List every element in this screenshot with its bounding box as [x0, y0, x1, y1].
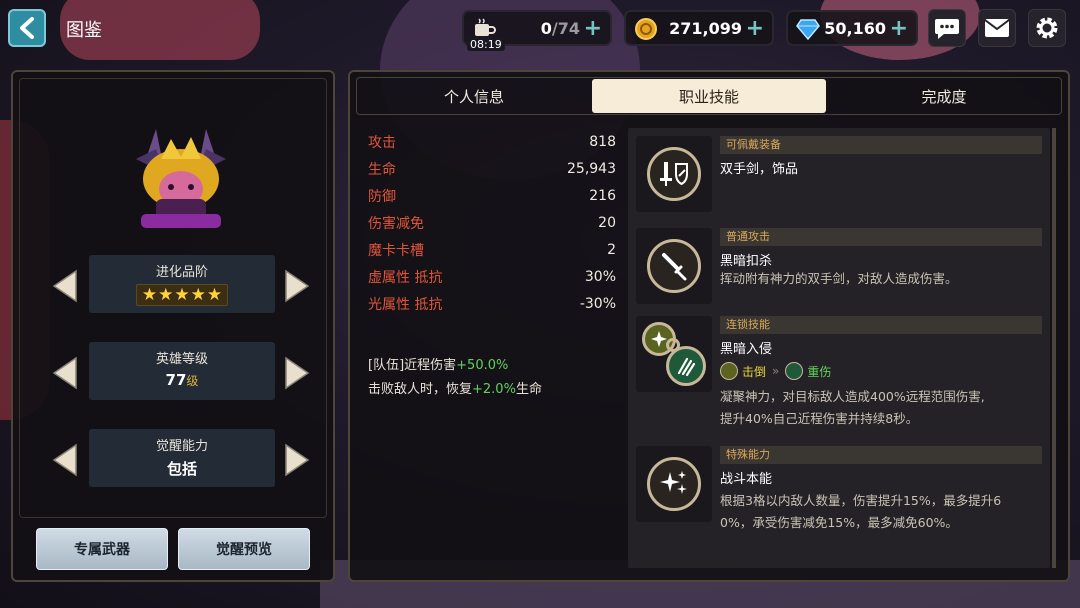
tab-personal-info[interactable]: 个人信息 — [357, 78, 591, 114]
tab-class-skills[interactable]: 职业技能 — [592, 79, 826, 113]
awaken-ability-label: 觉醒能力 — [155, 439, 208, 454]
sword-shield-icon — [647, 147, 701, 201]
skills-list: 可佩戴装备 双手剑，饰品 普通攻击 黑暗扣杀 挥动附有神力的双手剑，对敌人造成伤… — [628, 128, 1050, 568]
chat-bubble-icon — [935, 19, 959, 39]
star-icon: ★ — [206, 285, 223, 305]
wound-chain-icon — [666, 346, 706, 386]
skill-header: 连锁技能 — [720, 316, 1042, 334]
add-gold-button[interactable]: + — [746, 16, 764, 42]
skill-name: 双手剑，饰品 — [720, 162, 799, 177]
stat-row: 生命 25,943 — [368, 160, 616, 178]
star-icon: ★ — [158, 285, 174, 305]
envelope-icon — [984, 19, 1010, 37]
buff-line: 击败敌人时，恢复+2.0%生命 — [368, 382, 542, 397]
star-rating: ★ ★ ★ ★ ★ — [136, 284, 228, 306]
stamina-timer: 08:19 — [467, 38, 505, 51]
triangle-right-icon — [285, 269, 310, 303]
next-grade-arrow[interactable] — [284, 269, 310, 303]
stat-row: 攻击 818 — [368, 133, 616, 151]
gear-icon — [1036, 17, 1058, 39]
tab-bar: 个人信息 职业技能 完成度 — [356, 77, 1062, 115]
hero-panel: 进化品阶 ★ ★ ★ ★ ★ 英雄等级 77级 觉醒能力 包括 专属武器 觉醒预… — [11, 70, 335, 582]
skill-header: 普通攻击 — [720, 228, 1042, 246]
stat-row: 虚属性 抵抗 30% — [368, 268, 616, 286]
skill-description: 凝聚神力，对目标敌人造成400%远程范围伤害, 提升40%自己近程伤害并持续8秒… — [720, 389, 985, 426]
diamond-icon — [796, 17, 820, 41]
gem-value: 50,160 — [824, 19, 886, 38]
double-chevron-icon: » — [772, 364, 780, 378]
skill-header: 可佩戴装备 — [720, 136, 1042, 154]
awaken-ability-box: 觉醒能力 包括 — [89, 429, 275, 487]
prev-awaken-arrow[interactable] — [52, 443, 78, 477]
hero-info-frame: 进化品阶 ★ ★ ★ ★ ★ 英雄等级 77级 觉醒能力 包括 — [19, 78, 327, 518]
page-title: 图鉴 — [66, 20, 102, 41]
prev-level-arrow[interactable] — [52, 356, 78, 390]
detail-panel: 个人信息 职业技能 完成度 攻击 818 生命 25,943 防御 216 伤害减免 2… — [348, 70, 1070, 582]
hero-level-label: 英雄等级 — [155, 352, 208, 367]
skill-header: 特殊能力 — [720, 446, 1042, 464]
exclusive-weapon-button[interactable]: 专属武器 — [36, 528, 168, 570]
evolution-grade-box: 进化品阶 ★ ★ ★ ★ ★ — [89, 255, 275, 313]
gold-counter: 271,099 + — [624, 10, 774, 46]
stats-list: 攻击 818 生命 25,943 防御 216 伤害减免 20 魔卡卡槽 2 虚属性 抵抗… — [368, 128, 616, 317]
settings-button[interactable] — [1028, 9, 1066, 47]
hero-portrait — [116, 119, 246, 239]
back-button[interactable] — [8, 9, 46, 47]
buff-line: [队伍]近程伤害+50.0% — [368, 358, 509, 373]
add-gem-button[interactable]: + — [890, 16, 908, 42]
star-icon: ★ — [174, 285, 190, 305]
skill-name: 黑暗扣杀 — [720, 254, 773, 269]
buff-list: [队伍]近程伤害+50.0% 击败敌人时，恢复+2.0%生命 — [368, 354, 628, 402]
skill-description: 根据3格以内敌人数量，伤害提升15%，最多提升6 0%，承受伤害减免15%，最多… — [720, 493, 1002, 530]
stat-row: 光属性 抵抗 -30% — [368, 295, 616, 313]
wound-icon — [785, 362, 804, 380]
awaken-ability-value: 包括 — [166, 460, 197, 478]
hero-level-value: 77级 — [165, 371, 199, 389]
stat-row: 伤害减免 20 — [368, 214, 616, 232]
sword-strike-icon — [647, 239, 701, 293]
chat-button[interactable] — [928, 9, 966, 47]
triangle-left-icon — [52, 269, 77, 303]
stamina-value: 0/74 — [540, 19, 580, 38]
skill-name: 战斗本能 — [720, 472, 773, 487]
skill-description: 挥动附有神力的双手剑，对敌人造成伤害。 — [720, 271, 958, 286]
chain-condition: 击倒 » 重伤 — [720, 362, 831, 380]
triangle-left-icon — [52, 356, 77, 390]
star-icon: ★ — [190, 285, 206, 305]
prev-grade-arrow[interactable] — [52, 269, 78, 303]
gem-counter: 50,160 + — [786, 10, 918, 46]
chevron-left-icon — [20, 17, 34, 39]
stat-row: 防御 216 — [368, 187, 616, 205]
next-level-arrow[interactable] — [284, 356, 310, 390]
add-stamina-button[interactable]: + — [584, 16, 602, 42]
skill-name: 黑暗入侵 — [720, 342, 773, 357]
stat-row: 魔卡卡槽 2 — [368, 241, 616, 259]
skills-scrollbar[interactable] — [1052, 128, 1056, 568]
evolution-grade-label: 进化品阶 — [155, 265, 208, 280]
knockdown-icon — [720, 362, 738, 380]
hero-level-box: 英雄等级 77级 — [89, 342, 275, 400]
star-icon: ★ — [141, 285, 158, 305]
next-awaken-arrow[interactable] — [284, 443, 310, 477]
sparkle-icon — [647, 457, 701, 511]
triangle-right-icon — [285, 443, 310, 477]
awaken-preview-button[interactable]: 觉醒预览 — [178, 528, 310, 570]
triangle-right-icon — [285, 356, 310, 390]
triangle-left-icon — [52, 443, 77, 477]
tab-completion[interactable]: 完成度 — [827, 78, 1061, 114]
gold-value: 271,099 — [669, 19, 742, 38]
mail-button[interactable] — [978, 9, 1016, 47]
gold-coin-icon — [634, 17, 658, 41]
